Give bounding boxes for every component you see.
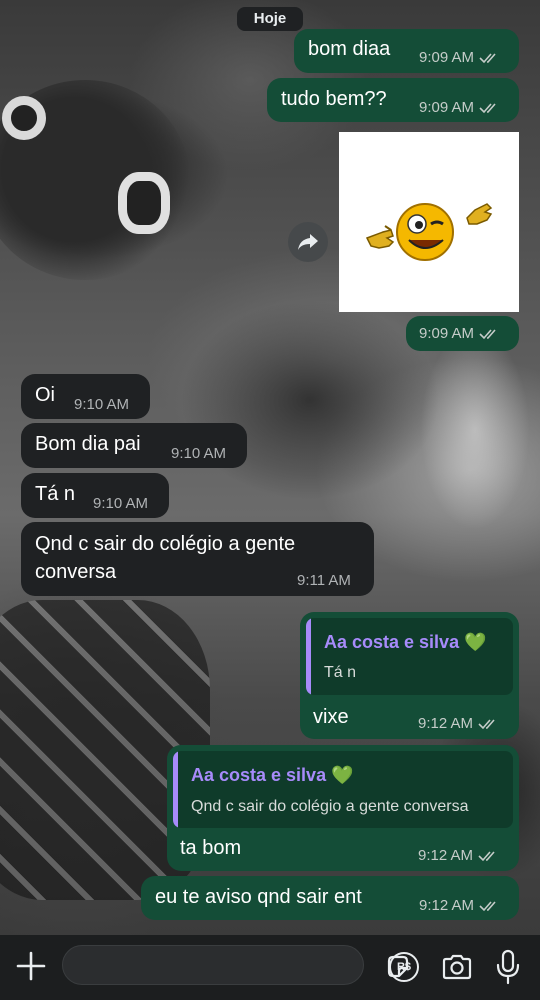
composer-bar: R$ [0, 935, 540, 1000]
forward-button[interactable] [288, 222, 328, 262]
quote-accent-bar [306, 618, 311, 695]
attach-button[interactable] [14, 949, 48, 983]
message-text: Bom dia pai [35, 433, 141, 455]
message-outgoing[interactable]: tudo bem?? 9:09 AM [267, 78, 519, 122]
message-outgoing-meta: 9:09 AM [406, 316, 519, 351]
quoted-message[interactable]: Aa costa e silva 💚 Tá n [306, 618, 513, 695]
double-check-icon [478, 718, 495, 729]
camera-button[interactable] [441, 951, 473, 983]
message-time: 9:10 AM [171, 445, 227, 462]
message-text: Oi [35, 384, 55, 406]
winking-smiley-sticker [365, 203, 493, 261]
message-input-container [62, 945, 409, 985]
message-text: tudo bem?? [281, 88, 387, 110]
payment-icon: R$ [396, 961, 412, 973]
message-incoming[interactable]: Oi 9:10 AM [21, 374, 150, 419]
double-check-icon [479, 328, 496, 339]
message-time: 9:12 AM [418, 847, 474, 864]
plus-icon [16, 951, 46, 981]
message-time: 9:09 AM [419, 49, 475, 66]
message-incoming[interactable]: Bom dia pai 9:10 AM [21, 423, 247, 468]
message-incoming[interactable]: Tá n 9:10 AM [21, 473, 169, 518]
payment-button[interactable]: R$ [389, 952, 419, 982]
message-text: ta bom [180, 837, 242, 859]
quoted-message[interactable]: Aa costa e silva 💚 Qnd c sair do colégio… [173, 751, 513, 828]
message-input[interactable] [77, 946, 317, 984]
quoted-sender: Aa costa e silva 💚 [324, 632, 487, 652]
camera-icon [442, 954, 472, 980]
message-text: eu te aviso qnd sair ent [155, 886, 362, 908]
message-meta: 9:12 AM [418, 715, 498, 732]
double-check-icon [479, 52, 496, 63]
double-check-icon [479, 102, 496, 113]
message-meta: 9:12 AM [419, 897, 499, 914]
message-time: 9:12 AM [419, 897, 475, 914]
message-time: 9:10 AM [93, 495, 149, 512]
message-outgoing-reply[interactable]: Aa costa e silva 💚 Tá n vixe 9:12 AM [300, 612, 519, 739]
message-text: Tá n [35, 483, 76, 505]
double-check-icon [479, 900, 496, 911]
message-outgoing[interactable]: bom diaa 9:09 AM [294, 29, 519, 73]
message-time: 9:09 AM [419, 99, 475, 116]
message-time: 9:10 AM [74, 396, 130, 413]
date-separator: Hoje [237, 7, 303, 31]
message-outgoing[interactable]: eu te aviso qnd sair ent 9:12 AM [141, 876, 519, 920]
message-time: 9:12 AM [418, 715, 474, 732]
message-meta: 9:12 AM [418, 847, 498, 864]
message-incoming[interactable]: Qnd c sair do colégio a gente conversa 9… [21, 522, 374, 596]
quoted-text: Qnd c sair do colégio a gente conversa [191, 798, 469, 815]
forward-icon [298, 234, 318, 250]
double-check-icon [478, 850, 495, 861]
quoted-text: Tá n [324, 664, 357, 681]
message-outgoing-reply[interactable]: Aa costa e silva 💚 Qnd c sair do colégio… [167, 745, 519, 871]
quote-accent-bar [173, 751, 178, 828]
message-text: vixe [313, 706, 349, 728]
sticker-message[interactable] [339, 132, 519, 312]
message-meta: 9:09 AM [419, 49, 499, 66]
quoted-sender: Aa costa e silva 💚 [191, 765, 354, 785]
mic-icon [496, 949, 520, 985]
message-meta: 9:09 AM [419, 325, 499, 342]
message-time: 9:11 AM [297, 572, 351, 589]
voice-message-button[interactable] [495, 949, 521, 985]
message-time: 9:09 AM [419, 325, 475, 342]
message-text: bom diaa [308, 38, 391, 60]
message-meta: 9:09 AM [419, 99, 499, 116]
